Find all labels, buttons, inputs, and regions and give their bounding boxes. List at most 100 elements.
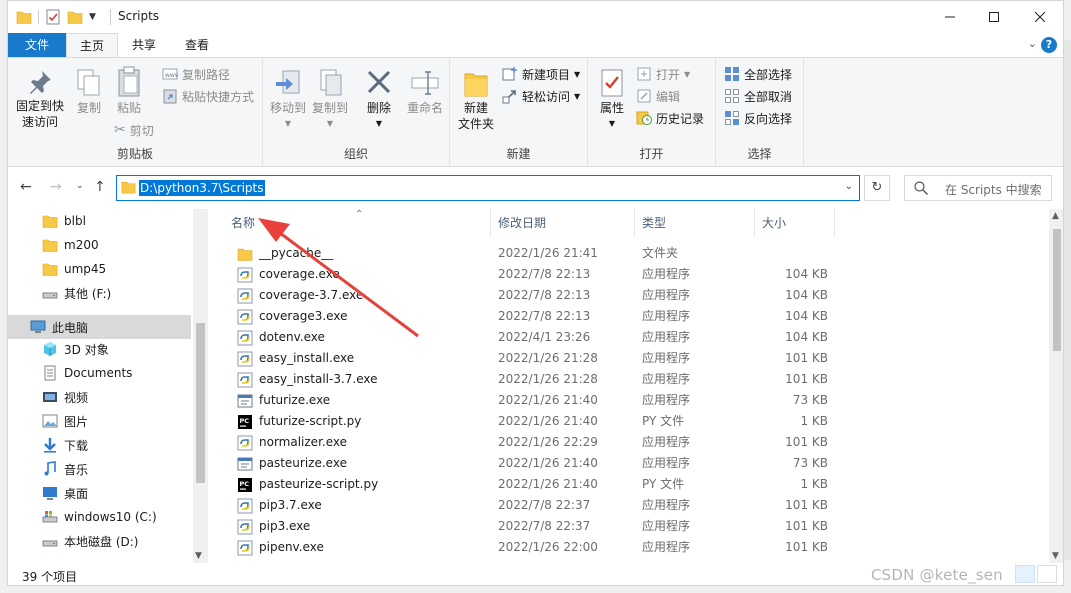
sidebar-item[interactable]: 下载 <box>8 433 191 457</box>
file-size: 1 KB <box>800 477 828 491</box>
file-row[interactable]: coverage-3.7.exe 2022/7/8 22:13 应用程序 104 KB <box>215 285 1049 306</box>
file-row[interactable]: normalizer.exe 2022/1/26 22:29 应用程序 101 KB <box>215 432 1049 453</box>
select-none-label: 全部取消 <box>744 89 793 104</box>
tab-share[interactable]: 共享 <box>118 33 170 57</box>
cut-button[interactable]: ✂ 剪切 <box>114 120 154 140</box>
refresh-button[interactable]: ↻ <box>864 175 890 201</box>
close-button[interactable] <box>1017 1 1063 33</box>
up-arrow-icon[interactable]: ↑ <box>94 179 106 195</box>
copy-button[interactable]: 复制 <box>70 68 108 116</box>
scroll-up-arrow-icon[interactable]: ▲ <box>1052 211 1059 221</box>
history-label: 历史记录 <box>656 111 705 126</box>
large-icons-view-button[interactable] <box>1037 565 1057 583</box>
sidebar-item[interactable]: 图片 <box>8 409 191 433</box>
folder-icon <box>42 261 58 277</box>
file-date: 2022/1/26 21:41 <box>498 246 598 260</box>
new-folder-icon[interactable] <box>67 10 83 24</box>
sidebar-item[interactable]: m200 <box>8 233 191 257</box>
tab-file[interactable]: 文件 <box>8 33 66 57</box>
folder-icon <box>16 11 32 24</box>
new-item-button[interactable]: 新建项目 ▼ <box>502 64 580 84</box>
edit-button[interactable]: 编辑 <box>636 86 680 106</box>
minimize-button[interactable] <box>927 1 973 33</box>
column-header-type[interactable]: 类型 <box>635 209 755 237</box>
sidebar-item[interactable]: Documents <box>8 361 191 385</box>
address-dropdown-icon[interactable]: ⌄ <box>845 181 853 192</box>
new-folder-button[interactable]: 新建 文件夹 <box>456 68 496 132</box>
file-row[interactable]: easy_install-3.7.exe 2022/1/26 21:28 应用程序 1… <box>215 369 1049 390</box>
delete-button[interactable]: 删除 ▼ <box>363 68 395 132</box>
file-row[interactable]: coverage3.exe 2022/7/8 22:13 应用程序 104 KB <box>215 306 1049 327</box>
back-arrow-icon[interactable]: ← <box>20 179 32 195</box>
pin-quick-access-button[interactable]: 固定到快 速访问 <box>14 68 66 130</box>
move-to-button[interactable]: 移动到 ▼ <box>269 68 307 132</box>
tab-home[interactable]: 主页 <box>66 33 118 57</box>
sidebar-item[interactable]: 其他 (F:) <box>8 281 191 305</box>
sidebar-item[interactable]: 音乐 <box>8 457 191 481</box>
tab-view[interactable]: 查看 <box>170 33 224 57</box>
file-row[interactable]: PC pasteurize-script.py 2022/1/26 21:40 PY … <box>215 474 1049 495</box>
sidebar-item[interactable]: 3D 对象 <box>8 337 191 361</box>
rename-button[interactable]: 重命名 <box>403 68 447 116</box>
file-date: 2022/7/8 22:37 <box>498 498 591 512</box>
recent-locations-chevron-icon[interactable]: ⌄ <box>76 181 84 191</box>
sidebar-item[interactable]: 桌面 <box>8 481 191 505</box>
cube-icon <box>42 341 58 357</box>
paste-shortcut-button[interactable]: 粘贴快捷方式 <box>162 86 254 106</box>
sidebar-item[interactable]: 此电脑 <box>8 315 191 339</box>
file-row[interactable]: PC futurize-script.py 2022/1/26 21:40 PY 文件… <box>215 411 1049 432</box>
open-button[interactable]: 打开 ▼ <box>636 64 690 84</box>
properties-button[interactable]: 属性 ▼ <box>594 68 630 132</box>
scroll-down-arrow-icon[interactable]: ▼ <box>195 551 202 561</box>
copy-path-button[interactable]: www 复制路径 <box>162 64 230 84</box>
sidebar-item[interactable]: 视频 <box>8 385 191 409</box>
file-row[interactable]: pip3.exe 2022/7/8 22:37 应用程序 101 KB <box>215 516 1049 537</box>
file-type: 应用程序 <box>642 372 691 386</box>
sidebar-item[interactable]: ump45 <box>8 257 191 281</box>
invert-selection-button[interactable]: 反向选择 <box>724 108 792 128</box>
svg-text:www: www <box>165 72 178 79</box>
address-path[interactable]: D:\python3.7\Scripts <box>139 180 265 196</box>
column-header-name[interactable]: ⌃ 名称 <box>215 209 491 237</box>
collapse-ribbon-icon[interactable]: ⌄ <box>1028 37 1037 50</box>
scroll-down-arrow-icon[interactable]: ▼ <box>1052 551 1059 561</box>
file-row[interactable]: pipenv.exe 2022/1/26 22:00 应用程序 101 KB <box>215 537 1049 558</box>
address-bar[interactable]: D:\python3.7\Scripts ⌄ <box>116 175 860 201</box>
easy-access-button[interactable]: 轻松访问 ▼ <box>502 86 580 106</box>
sidebar-item[interactable]: 本地磁盘 (D:) <box>8 529 191 553</box>
sidebar-item[interactable]: blbl <box>8 209 191 233</box>
file-size: 104 KB <box>785 288 828 302</box>
file-list-scroll-thumb[interactable] <box>1053 229 1061 351</box>
sidebar-item[interactable]: windows10 (C:) <box>8 505 191 529</box>
file-type: 应用程序 <box>642 351 691 365</box>
maximize-button[interactable] <box>971 1 1017 33</box>
column-header-size[interactable]: 大小 <box>755 209 835 237</box>
file-row[interactable]: pip3.7.exe 2022/7/8 22:37 应用程序 101 KB <box>215 495 1049 516</box>
explorer-window: ▼ Scripts 文件 主页 共享 查看 ⌄ ? 固定到快 速访问 复制 粘贴… <box>7 0 1064 586</box>
properties-check-icon[interactable] <box>45 9 61 25</box>
copy-to-button[interactable]: 复制到 ▼ <box>311 68 349 132</box>
file-name: coverage.exe <box>259 267 340 281</box>
column-header-date[interactable]: 修改日期 <box>491 209 635 237</box>
file-type: 应用程序 <box>642 519 691 533</box>
navigation-pane-scroll-thumb[interactable] <box>196 323 205 483</box>
select-all-button[interactable]: 全部选择 <box>724 64 792 84</box>
file-row[interactable]: __pycache__ 2022/1/26 21:41 文件夹 <box>215 243 1049 264</box>
file-row[interactable]: pasteurize.exe 2022/1/26 21:40 应用程序 73 KB <box>215 453 1049 474</box>
help-icon[interactable]: ? <box>1041 37 1057 53</box>
forward-arrow-icon[interactable]: → <box>50 179 62 195</box>
navigation-pane-scrollbar[interactable]: ▼ <box>193 209 208 563</box>
select-none-button[interactable]: 全部取消 <box>724 86 792 106</box>
history-button[interactable]: 历史记录 <box>636 108 704 128</box>
paste-button[interactable]: 粘贴 <box>110 66 148 116</box>
details-view-button[interactable] <box>1015 565 1035 583</box>
file-list-scrollbar[interactable]: ▲ ▼ <box>1049 209 1063 563</box>
file-row[interactable]: futurize.exe 2022/1/26 21:40 应用程序 73 KB <box>215 390 1049 411</box>
search-box[interactable]: 在 Scripts 中搜索 <box>904 175 1052 201</box>
file-row[interactable]: coverage.exe 2022/7/8 22:13 应用程序 104 KB <box>215 264 1049 285</box>
file-row[interactable]: dotenv.exe 2022/4/1 23:26 应用程序 104 KB <box>215 327 1049 348</box>
file-size: 101 KB <box>785 435 828 449</box>
customize-qa-chevron-icon[interactable]: ▼ <box>89 12 96 22</box>
file-row[interactable]: easy_install.exe 2022/1/26 21:28 应用程序 101 K… <box>215 348 1049 369</box>
sidebar-item-label: blbl <box>64 214 86 228</box>
